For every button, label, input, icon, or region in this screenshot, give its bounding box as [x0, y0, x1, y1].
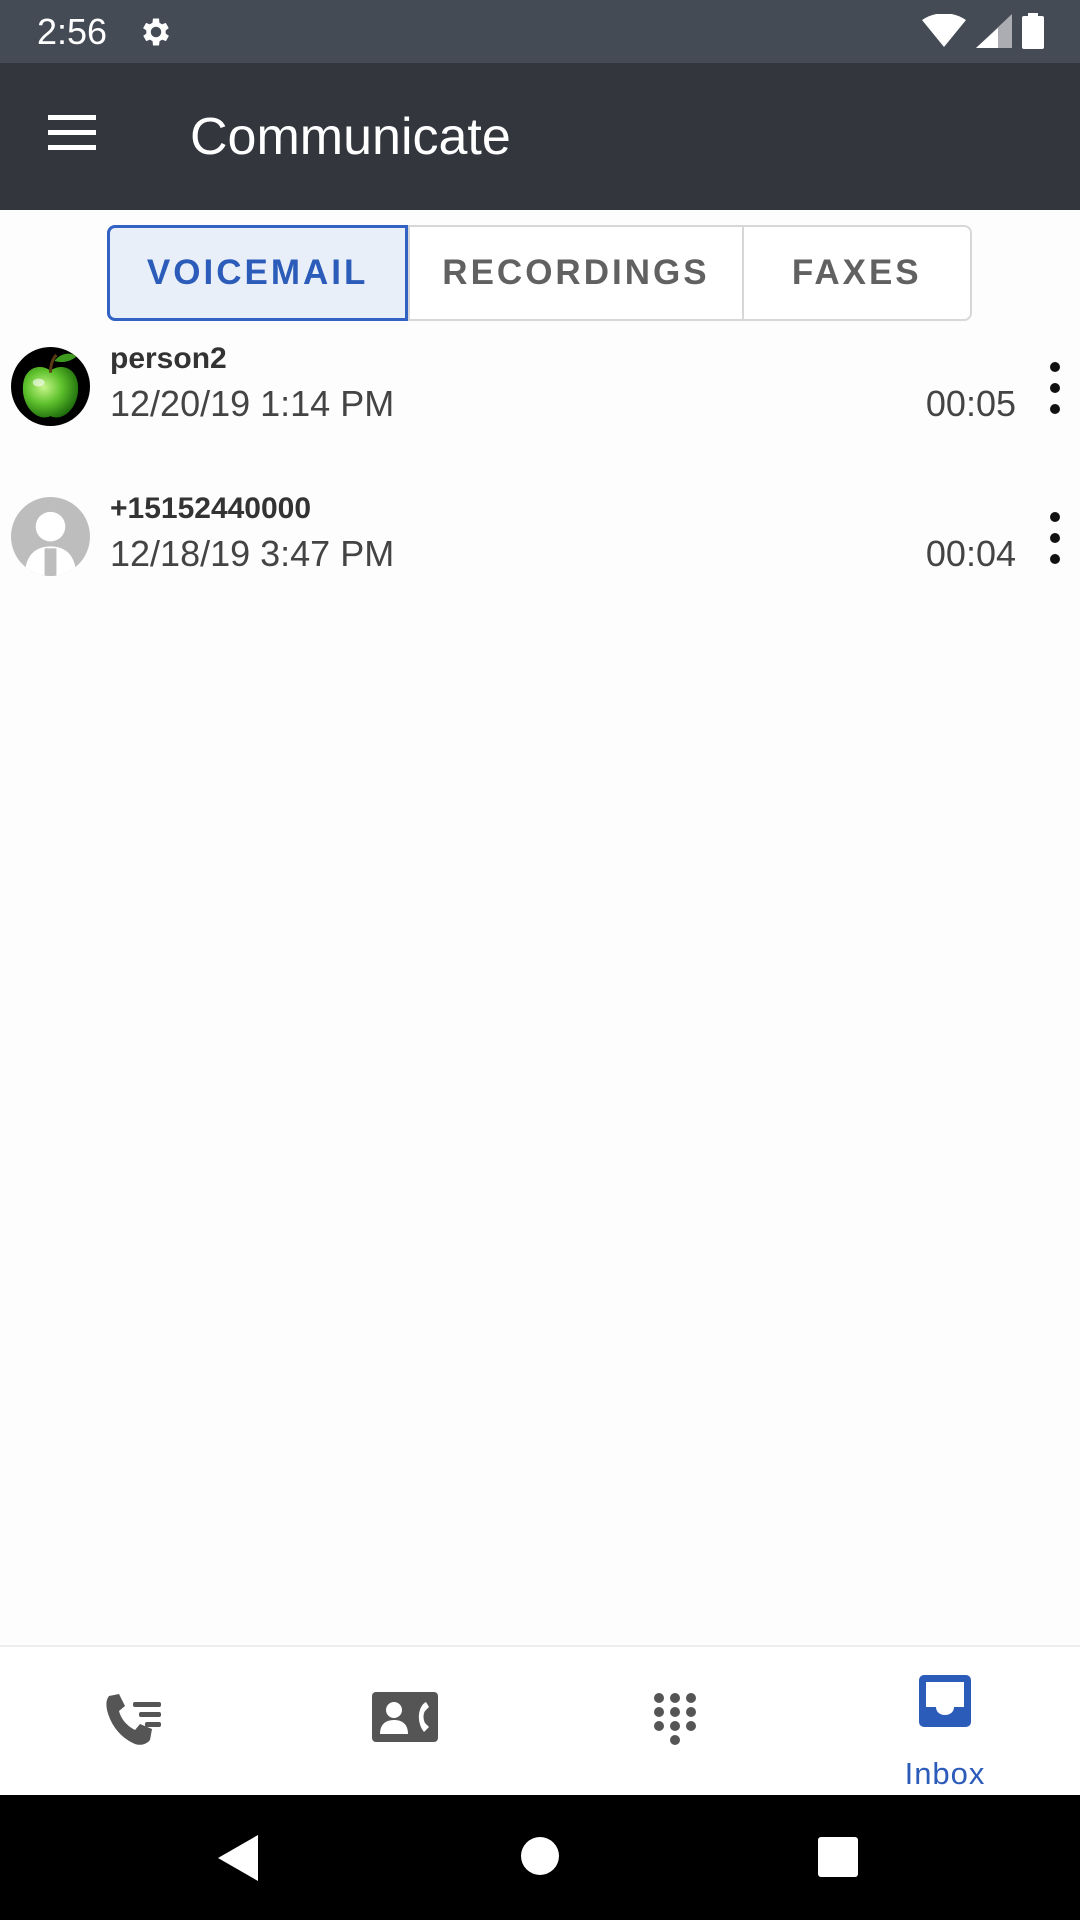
- wifi-icon: [922, 14, 966, 47]
- voicemail-datetime: 12/18/19 3:47 PM: [110, 533, 395, 574]
- call-history-icon: [106, 1694, 161, 1745]
- list-item[interactable]: +15152440000 12/18/19 3:47 PM 00:04: [0, 490, 1080, 640]
- app-title: Communicate: [190, 108, 511, 166]
- nav-dialpad[interactable]: [540, 1647, 810, 1795]
- hamburger-menu-icon[interactable]: [42, 108, 102, 158]
- voicemail-duration: 00:05: [925, 383, 1016, 424]
- nav-inbox[interactable]: Inbox: [810, 1647, 1080, 1795]
- status-bar: 2:56: [0, 0, 1080, 63]
- more-options-icon[interactable]: [1038, 508, 1072, 568]
- battery-icon: [1022, 13, 1044, 49]
- voicemail-duration: 00:04: [925, 533, 1016, 574]
- dialpad-icon: [654, 1693, 696, 1745]
- default-person-avatar: [11, 497, 90, 576]
- tab-bar: VOICEMAIL RECORDINGS FAXES: [107, 225, 972, 321]
- system-nav-bar: [0, 1795, 1080, 1920]
- voicemail-datetime: 12/20/19 1:14 PM: [110, 383, 395, 424]
- recents-icon[interactable]: [818, 1837, 858, 1877]
- back-icon[interactable]: [218, 1835, 258, 1881]
- nav-call-history[interactable]: [0, 1647, 270, 1795]
- cell-signal-icon: [976, 14, 1012, 48]
- bottom-nav: Inbox: [0, 1645, 1080, 1795]
- voicemail-list: person2 12/20/19 1:14 PM 00:05 +15152440…: [0, 340, 1080, 640]
- contacts-icon: [372, 1692, 438, 1742]
- settings-icon: [143, 18, 169, 46]
- caller-name: person2: [110, 342, 227, 375]
- tab-voicemail[interactable]: VOICEMAIL: [107, 225, 409, 321]
- list-item[interactable]: person2 12/20/19 1:14 PM 00:05: [0, 340, 1080, 490]
- tab-recordings[interactable]: RECORDINGS: [408, 227, 741, 319]
- inbox-icon: [919, 1675, 971, 1727]
- nav-inbox-label: Inbox: [904, 1756, 986, 1791]
- home-icon[interactable]: [520, 1836, 560, 1876]
- more-options-icon[interactable]: [1038, 358, 1072, 418]
- status-time: 2:56: [37, 11, 108, 52]
- app-bar: Communicate: [0, 63, 1080, 210]
- nav-contacts[interactable]: [270, 1647, 540, 1795]
- tab-faxes[interactable]: FAXES: [741, 227, 970, 319]
- green-apple-avatar: [11, 347, 90, 426]
- status-right-icons: [922, 13, 1044, 49]
- caller-name: +15152440000: [110, 492, 312, 525]
